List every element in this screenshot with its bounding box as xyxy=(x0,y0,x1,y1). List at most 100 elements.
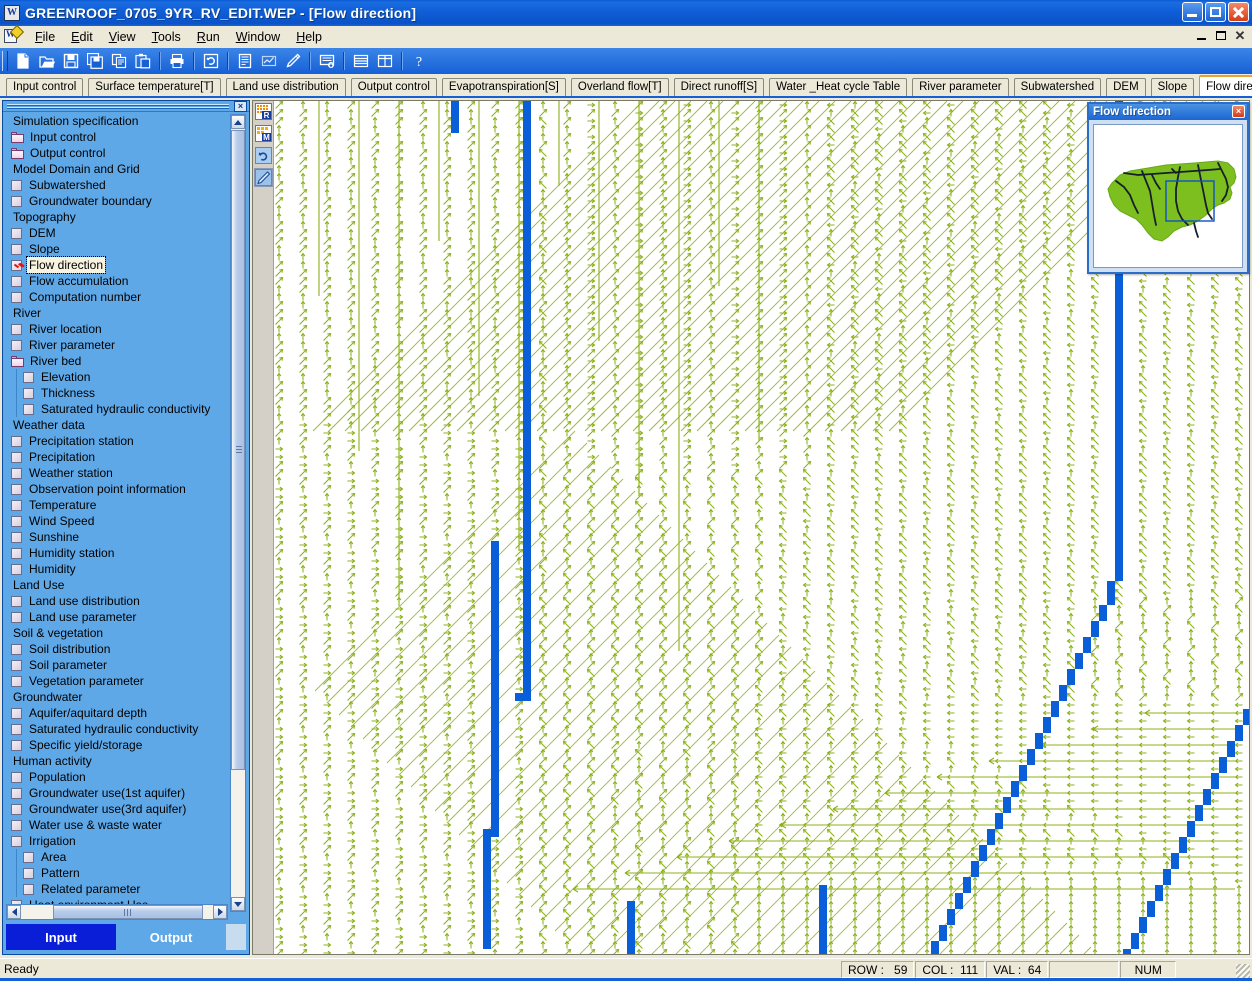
checkbox-icon[interactable] xyxy=(11,259,22,271)
checkbox-icon[interactable] xyxy=(23,883,34,895)
checkbox-icon[interactable] xyxy=(11,227,22,239)
doc-tab-land-use-distribution[interactable]: Land use distribution xyxy=(225,78,346,96)
checkbox-icon[interactable] xyxy=(11,467,22,479)
doc-tab-slope[interactable]: Slope xyxy=(1150,78,1195,96)
menu-help[interactable]: Help xyxy=(288,28,330,46)
overview-map[interactable] xyxy=(1093,124,1243,268)
tree-item-temperature[interactable]: Temperature xyxy=(5,497,229,513)
mdi-close-button[interactable]: ✕ xyxy=(1232,28,1248,43)
tree-item-topography[interactable]: Topography xyxy=(5,209,229,225)
doc-tab-flow-direction[interactable]: Flow direction xyxy=(1199,75,1252,96)
tree-item-slope[interactable]: Slope xyxy=(5,241,229,257)
tree-item-flow-accumulation[interactable]: Flow accumulation xyxy=(5,273,229,289)
tree-item-land-use[interactable]: Land Use xyxy=(5,577,229,593)
checkbox-icon[interactable] xyxy=(11,483,22,495)
doc-tab-overland-flow-t[interactable]: Overland flow[T] xyxy=(570,78,669,96)
doc-tab-surface-temperature-t[interactable]: Surface temperature[T] xyxy=(88,78,221,96)
report-icon[interactable] xyxy=(234,51,256,72)
tree-item-pattern[interactable]: Pattern xyxy=(5,865,229,881)
tree-item-simulation-specification[interactable]: Simulation specification xyxy=(5,113,229,129)
checkbox-icon[interactable] xyxy=(11,323,22,335)
tree-item-precipitation-station[interactable]: Precipitation station xyxy=(5,433,229,449)
tree-item-water-use-waste-water[interactable]: Water use & waste water xyxy=(5,817,229,833)
tree-vertical-scrollbar[interactable] xyxy=(230,114,246,912)
tree-item-groundwater-boundary[interactable]: Groundwater boundary xyxy=(5,193,229,209)
save-all-icon[interactable] xyxy=(84,51,106,72)
doc-tab-direct-runoff-s[interactable]: Direct runoff[S] xyxy=(673,78,765,96)
doc-tab-input-control[interactable]: Input control xyxy=(6,78,84,96)
doc-tab-river-parameter[interactable]: River parameter xyxy=(912,78,1009,96)
doc-tab-water-heat-cycle-table[interactable]: Water _Heat cycle Table xyxy=(769,78,908,96)
checkbox-icon[interactable] xyxy=(11,531,22,543)
tree-item-weather-station[interactable]: Weather station xyxy=(5,465,229,481)
panel-grip[interactable]: × xyxy=(3,101,249,112)
doc-tab-evapotranspiration-s[interactable]: Evapotranspiration[S] xyxy=(441,78,566,96)
checkbox-icon[interactable] xyxy=(11,803,22,815)
toolbar-grip[interactable] xyxy=(2,51,8,71)
tree-item-flow-direction[interactable]: Flow direction xyxy=(5,256,229,274)
mesh-view-icon[interactable]: M xyxy=(254,124,273,143)
raster-view-icon[interactable]: R xyxy=(254,102,273,121)
tree-item-land-use-parameter[interactable]: Land use parameter xyxy=(5,609,229,625)
checkbox-icon[interactable] xyxy=(11,451,22,463)
pencil-icon[interactable] xyxy=(282,51,304,72)
checkbox-icon[interactable] xyxy=(11,499,22,511)
checkbox-icon[interactable] xyxy=(11,435,22,447)
tree-item-human-activity[interactable]: Human activity xyxy=(5,753,229,769)
tree-item-sunshine[interactable]: Sunshine xyxy=(5,529,229,545)
edit-cell-icon[interactable] xyxy=(254,168,273,187)
checkbox-icon[interactable] xyxy=(11,515,22,527)
checkbox-icon[interactable] xyxy=(11,659,22,671)
tree-item-related-parameter[interactable]: Related parameter xyxy=(5,881,229,897)
tree-item-saturated-hydraulic-conductivity[interactable]: Saturated hydraulic conductivity xyxy=(5,721,229,737)
tree-item-computation-number[interactable]: Computation number xyxy=(5,289,229,305)
new-icon[interactable] xyxy=(12,51,34,72)
tree-item-observation-point-information[interactable]: Observation point information xyxy=(5,481,229,497)
menu-tools[interactable]: Tools xyxy=(144,28,189,46)
checkbox-icon[interactable] xyxy=(11,595,22,607)
checkbox-icon[interactable] xyxy=(11,611,22,623)
checkbox-icon[interactable] xyxy=(23,851,34,863)
doc-tab-output-control[interactable]: Output control xyxy=(350,78,437,96)
open-icon[interactable] xyxy=(36,51,58,72)
tree-item-output-control[interactable]: Output control xyxy=(5,145,229,161)
checkbox-icon[interactable] xyxy=(11,291,22,303)
mdi-restore-button[interactable] xyxy=(1213,28,1229,43)
tree-horizontal-scrollbar[interactable] xyxy=(6,904,228,920)
tree-item-soil-parameter[interactable]: Soil parameter xyxy=(5,657,229,673)
tree-item-dem[interactable]: DEM xyxy=(5,225,229,241)
overview-title-bar[interactable]: Flow direction × xyxy=(1089,104,1247,120)
tree-item-precipitation[interactable]: Precipitation xyxy=(5,449,229,465)
checkbox-icon[interactable] xyxy=(11,547,22,559)
scroll-down-icon[interactable] xyxy=(231,897,245,911)
tree-item-land-use-distribution[interactable]: Land use distribution xyxy=(5,593,229,609)
tree-item-subwatershed[interactable]: Subwatershed xyxy=(5,177,229,193)
checkbox-icon[interactable] xyxy=(11,675,22,687)
tab-input[interactable]: Input xyxy=(6,924,116,950)
model-tree[interactable]: Simulation specification Input control Out… xyxy=(5,113,229,913)
tree-item-river-location[interactable]: River location xyxy=(5,321,229,337)
checkbox-icon[interactable] xyxy=(11,819,22,831)
checkbox-icon[interactable] xyxy=(11,739,22,751)
tree-item-groundwater-use-3rd-aquifer[interactable]: Groundwater use(3rd aquifer) xyxy=(5,801,229,817)
table-icon[interactable] xyxy=(374,51,396,72)
panel-close-icon[interactable]: × xyxy=(234,101,247,112)
checkbox-icon[interactable] xyxy=(11,275,22,287)
tree-item-vegetation-parameter[interactable]: Vegetation parameter xyxy=(5,673,229,689)
scroll-right-icon[interactable] xyxy=(213,905,227,919)
minimize-button[interactable] xyxy=(1182,2,1203,22)
menu-view[interactable]: View xyxy=(101,28,144,46)
checkbox-icon[interactable] xyxy=(23,371,34,383)
folder-icon[interactable] xyxy=(11,147,24,159)
folder-icon[interactable] xyxy=(11,131,24,143)
refresh-icon[interactable] xyxy=(200,51,222,72)
list-icon[interactable] xyxy=(350,51,372,72)
tree-item-soil-distribution[interactable]: Soil distribution xyxy=(5,641,229,657)
help-icon[interactable]: ? xyxy=(408,51,430,72)
close-button[interactable] xyxy=(1228,2,1249,22)
tree-item-area[interactable]: Area xyxy=(5,849,229,865)
checkbox-icon[interactable] xyxy=(23,403,34,415)
tree-item-humidity-station[interactable]: Humidity station xyxy=(5,545,229,561)
copy-icon[interactable] xyxy=(108,51,130,72)
tree-item-weather-data[interactable]: Weather data xyxy=(5,417,229,433)
